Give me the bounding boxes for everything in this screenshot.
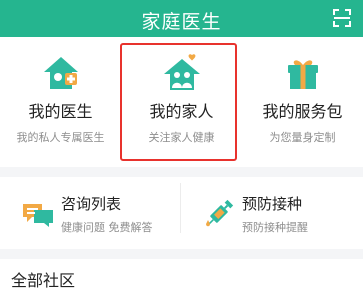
scan-icon[interactable] (333, 9, 351, 27)
family-house-icon (163, 54, 200, 90)
card-label: 我的服务包 (262, 102, 343, 121)
tile-label: 咨询列表 (61, 195, 122, 213)
tile-label: 预防接种 (242, 195, 303, 213)
chat-bubbles-icon (23, 204, 53, 227)
tile-subtitle: 健康问题 免费解答 (61, 221, 153, 234)
my-doctor-card[interactable]: 我的医生 我的私人专属医生 (0, 37, 121, 167)
page-title: 家庭医生 (141, 11, 222, 33)
card-subtitle: 为您量身定制 (269, 131, 336, 144)
section-title: 全部社区 (11, 271, 76, 290)
section-divider (0, 167, 363, 177)
consultation-list-tile[interactable]: 咨询列表 健康问题 免费解答 (0, 177, 180, 249)
card-subtitle: 我的私人专属医生 (16, 131, 105, 144)
card-label: 我的家人 (149, 102, 214, 121)
card-subtitle: 关注家人健康 (148, 131, 215, 144)
service-row: 咨询列表 健康问题 免费解答 预防接种 预防接种提醒 (0, 177, 363, 249)
syringe-icon (206, 199, 234, 227)
vaccination-tile[interactable]: 预防接种 预防接种提醒 (181, 177, 363, 249)
card-label: 我的医生 (28, 102, 93, 121)
all-communities-section: 全部社区 (0, 259, 363, 307)
top-bar: 家庭医生 (0, 0, 363, 37)
section-divider (0, 249, 363, 259)
my-family-card[interactable]: 我的家人 关注家人健康 (121, 37, 242, 167)
my-service-package-card[interactable]: 我的服务包 为您量身定制 (242, 37, 363, 167)
gift-icon (287, 60, 318, 89)
tile-divider (180, 183, 181, 233)
feature-cards: 我的医生 我的私人专属医生 我的家人 关注家人健康 我的服务包 为您量身定制 (0, 37, 363, 167)
doctor-house-icon (43, 57, 78, 89)
tile-subtitle: 预防接种提醒 (242, 221, 308, 234)
